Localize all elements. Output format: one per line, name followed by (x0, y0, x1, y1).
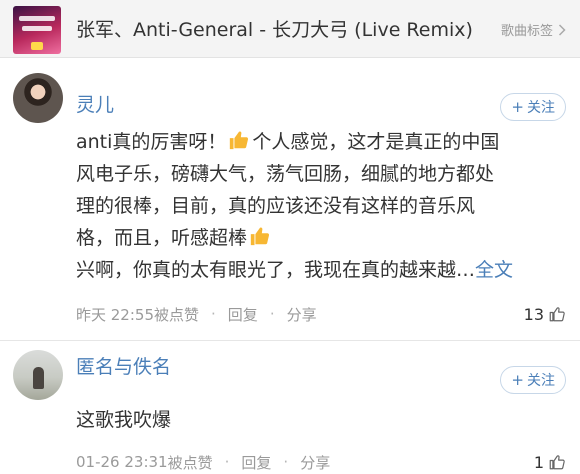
album-cover[interactable] (13, 6, 61, 54)
avatar[interactable] (13, 73, 63, 123)
song-header: 张军、Anti-General - 长刀大弓 (Live Remix) 歌曲标签 (0, 0, 580, 58)
liked-by-link[interactable]: 被点赞 (154, 304, 199, 325)
comment-line: 格，而且，听感超棒 (76, 222, 568, 254)
comment-text: 这歌我吹爆 (76, 404, 568, 436)
separator-dot: · (224, 453, 230, 471)
separator-dot: · (211, 305, 216, 323)
comment-line: 兴啊，你真的太有眼光了，我现在真的越来越…全文 (76, 259, 514, 281)
thumbs-up-icon (250, 227, 270, 246)
follow-button[interactable]: + 关注 (500, 93, 566, 121)
comment-line: anti真的厉害呀！ 个人感觉，这才是真正的中国 (76, 131, 500, 153)
reply-button[interactable]: 回复 (228, 304, 258, 325)
song-tags-label: 歌曲标签 (500, 24, 553, 39)
share-button[interactable]: 分享 (287, 304, 317, 325)
share-button[interactable]: 分享 (300, 452, 330, 473)
like-button[interactable]: 13 (524, 305, 566, 324)
like-button[interactable]: 1 (534, 453, 566, 472)
separator-dot: · (269, 305, 275, 323)
comment-item: 灵儿 + 关注 anti真的厉害呀！ 个人感觉，这才是真正的中国 风电子乐，磅礴大… (0, 58, 580, 340)
comment-time: 昨天 22:55 (76, 305, 154, 324)
comment-time: 01-26 23:31 (76, 453, 168, 471)
avatar[interactable] (13, 350, 63, 400)
comment-line: 理的很棒，目前，真的应该还没有这样的音乐风 (76, 195, 476, 217)
follow-button[interactable]: + 关注 (500, 366, 566, 394)
thumbs-up-icon (230, 131, 249, 150)
comment-meta: 昨天 22:55 被点赞 · 回复 · 分享 13 (76, 302, 566, 326)
comment-line: 这歌我吹爆 (76, 409, 172, 431)
like-icon (549, 307, 565, 322)
comment-username[interactable]: 灵儿 (76, 90, 114, 117)
chevron-right-icon (558, 23, 566, 36)
like-icon (549, 455, 565, 470)
comment-item: 匿名与佚名 + 关注 这歌我吹爆 01-26 23:31 被点赞 · 回复 · … (0, 340, 580, 474)
plus-icon: + (511, 371, 524, 389)
comment-username[interactable]: 匿名与佚名 (76, 352, 171, 379)
expand-full-text-link[interactable]: 全文 (475, 259, 513, 281)
plus-icon: + (511, 98, 524, 116)
comment-line: 风电子乐，磅礴大气，荡气回肠，细腻的地方都处 (76, 163, 495, 185)
song-title: 张军、Anti-General - 长刀大弓 (Live Remix) (76, 19, 473, 41)
comment-meta: 01-26 23:31 被点赞 · 回复 · 分享 1 (76, 450, 566, 474)
like-count: 1 (533, 452, 544, 472)
reply-button[interactable]: 回复 (241, 452, 271, 473)
comment-text: anti真的厉害呀！ 个人感觉，这才是真正的中国 风电子乐，磅礴大气，荡气回肠，细… (76, 126, 568, 286)
separator-dot: · (283, 453, 289, 471)
like-count: 13 (523, 304, 544, 324)
liked-by-link[interactable]: 被点赞 (168, 452, 213, 473)
song-tags-button[interactable]: 歌曲标签 (501, 20, 566, 39)
follow-label: 关注 (527, 100, 555, 116)
follow-label: 关注 (527, 373, 555, 389)
